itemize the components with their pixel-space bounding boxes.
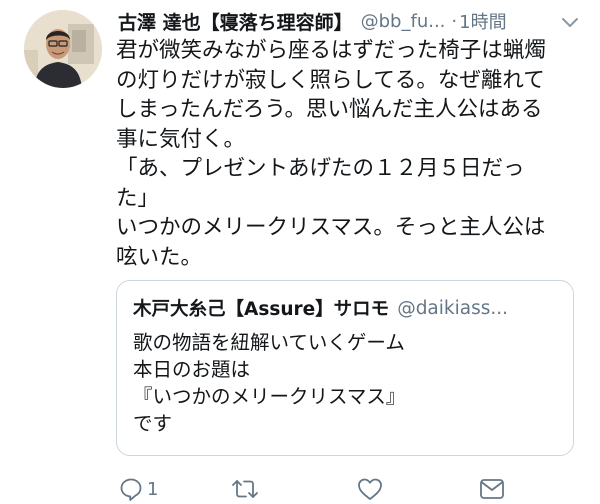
retweet-button[interactable] xyxy=(230,474,260,504)
tweet-text: 君が微笑みながら座るはずだった椅子は蝋燭 の灯りだけが寂しく照らしてる。なぜ離れ… xyxy=(116,38,546,270)
chevron-down-icon[interactable] xyxy=(560,12,580,32)
tweet-header: 古澤 達也【寝落ち理容師】 @bb_fu... · 1時間 xyxy=(118,6,580,36)
quoted-tweet-text: 歌の物語を紐解いていくゲーム 本日のお題は 『いつかのメリークリスマス』 です xyxy=(133,331,406,435)
like-icon xyxy=(356,476,384,502)
avatar-image xyxy=(24,10,102,88)
quoted-display-name: 木戸大糸己【Assure】サロモ xyxy=(133,299,390,320)
quoted-tweet[interactable]: 木戸大糸己【Assure】サロモ @daikiass... 歌の物語を紐解いてい… xyxy=(116,280,574,456)
like-button[interactable] xyxy=(356,474,384,504)
quoted-user-handle: @daikiass... xyxy=(397,297,509,319)
separator-dot: · xyxy=(451,10,458,32)
reply-icon xyxy=(118,476,144,502)
message-icon xyxy=(478,476,506,502)
timestamp[interactable]: 1時間 xyxy=(459,8,506,34)
reply-count: 1 xyxy=(147,478,159,500)
message-button[interactable] xyxy=(478,474,506,504)
user-handle[interactable]: @bb_fu... xyxy=(361,11,446,32)
avatar[interactable] xyxy=(24,10,102,88)
tweet: 古澤 達也【寝落ち理容師】 @bb_fu... · 1時間 君が微笑みながら座る… xyxy=(0,0,600,504)
display-name[interactable]: 古澤 達也【寝落ち理容師】 xyxy=(118,8,353,35)
retweet-icon xyxy=(230,476,260,502)
tweet-actions: 1 xyxy=(116,474,586,504)
quoted-tweet-header: 木戸大糸己【Assure】サロモ @daikiass... xyxy=(133,295,561,321)
reply-button[interactable]: 1 xyxy=(118,474,158,504)
